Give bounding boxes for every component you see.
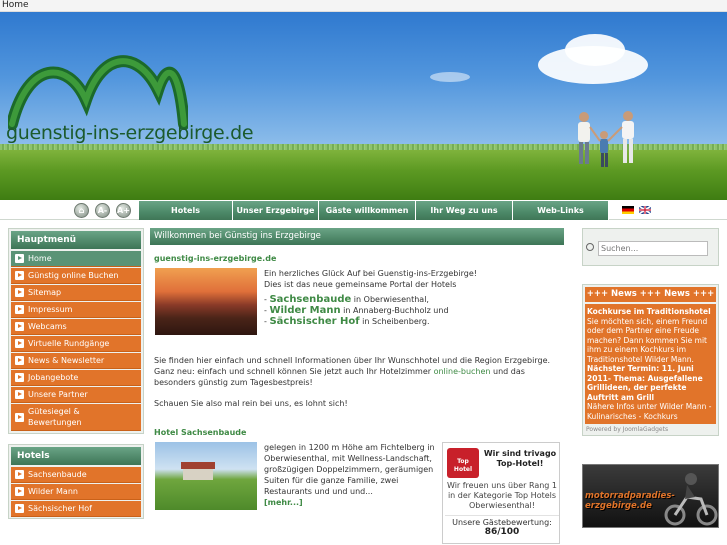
cloud	[430, 72, 470, 82]
moto-text-line-1: motorradparadies-	[585, 491, 675, 501]
breadcrumb: Home	[0, 0, 727, 12]
sidebar-item-news[interactable]: News & Newsletter	[11, 353, 141, 369]
trivago-title: Wir sind trivago Top-Hotel!	[483, 449, 557, 468]
bullet-arrow-icon	[15, 339, 24, 348]
info-paragraph-3: Schauen Sie also mal rein bei uns, es lo…	[154, 399, 348, 408]
bullet-arrow-icon	[15, 373, 24, 382]
trivago-widget[interactable]: Top Hotel Wir sind trivago Top-Hotel! Wi…	[442, 442, 560, 544]
bullet-arrow-icon	[15, 412, 24, 422]
navigation-bar: ⌂ A- A+ Hotels Unser Erzgebirge Gäste wi…	[0, 200, 727, 220]
cloud	[565, 34, 625, 66]
moto-text-line-2: erzgebirge.de	[585, 501, 652, 511]
bullet-arrow-icon	[15, 504, 24, 513]
logo-hills-icon[interactable]	[8, 40, 188, 130]
hotel-list-item: - Sächsischer Hof in Scheibenberg.	[264, 316, 430, 327]
german-flag-icon[interactable]	[622, 206, 634, 214]
search-input[interactable]	[598, 241, 708, 256]
trivago-text: Wir freuen uns über Rang 1 in der Katego…	[446, 481, 558, 510]
header-banner: guenstig-ins-erzgebirge.de	[0, 12, 727, 200]
news-headline: Kochkurse im Traditionshotel	[587, 307, 711, 316]
hotel-link-wilder-mann[interactable]: Wilder Mann	[269, 305, 340, 316]
increase-font-icon[interactable]: A+	[116, 203, 131, 218]
bullet-arrow-icon	[15, 322, 24, 331]
sidebar-item-wilder-mann[interactable]: Wilder Mann	[11, 484, 141, 500]
menu-item-web-links[interactable]: Web-Links	[513, 201, 609, 220]
news-title: +++ News +++ News +++	[585, 287, 716, 302]
home-icon[interactable]: ⌂	[74, 203, 89, 218]
sidebar-item-jobangebote[interactable]: Jobangebote	[11, 370, 141, 386]
more-link[interactable]: [mehr...]	[264, 498, 303, 507]
main-menu-box: Hauptmenü Home Günstig online Buchen Sit…	[8, 228, 144, 434]
bullet-arrow-icon	[15, 288, 24, 297]
site-heading: guenstig-ins-erzgebirge.de	[154, 254, 277, 263]
menu-item-unser-erzgebirge[interactable]: Unser Erzgebirge	[233, 201, 319, 220]
page-title: Willkommen bei Günstig ins Erzgebirge	[150, 228, 564, 245]
main-menu-title: Hauptmenü	[11, 231, 141, 249]
hotel-sachsenbaude-image	[155, 442, 257, 510]
rating-value: 86/100	[484, 527, 520, 537]
sidebar-item-sachsenbaude[interactable]: Sachsenbaude	[11, 467, 141, 483]
news-body: Kochkurse im Traditionshotel Sie möchten…	[585, 304, 716, 424]
news-more-info[interactable]: Nähere Infos unter Wilder Mann - Kulinar…	[587, 402, 714, 421]
bullet-arrow-icon	[15, 470, 24, 479]
menu-item-hotels[interactable]: Hotels	[139, 201, 233, 220]
motorradparadies-banner[interactable]: motorradparadies- erzgebirge.de	[582, 464, 719, 528]
info-paragraph-1: Sie finden hier einfach und schnell Info…	[154, 356, 551, 365]
hotels-menu-title: Hotels	[11, 447, 141, 465]
hotels-menu-box: Hotels Sachsenbaude Wilder Mann Sächsisc…	[8, 444, 144, 519]
family-photo	[578, 111, 634, 167]
news-termin: Nächster Termin: 11. Juni 2011- Thema: A…	[587, 364, 703, 402]
menu-item-ihr-weg-zu-uns[interactable]: Ihr Weg zu uns	[416, 201, 513, 220]
hotel-link-sachsenbaude[interactable]: Sachsenbaude	[269, 294, 351, 305]
sidebar-item-home[interactable]: Home	[11, 251, 141, 267]
sidebar-item-saechsischer-hof[interactable]: Sächsischer Hof	[11, 501, 141, 517]
main-content: Willkommen bei Günstig ins Erzgebirge gu…	[150, 228, 564, 544]
decrease-font-icon[interactable]: A-	[95, 203, 110, 218]
sidebar-item-guetesiegel[interactable]: Gütesiegel & Bewertungen	[11, 404, 141, 431]
main-menu: Hotels Unser Erzgebirge Gäste willkommen…	[139, 201, 609, 220]
rating-label: Unsere Gästebewertung:	[445, 515, 559, 527]
sidebar-item-online-buchen[interactable]: Günstig online Buchen	[11, 268, 141, 284]
hotel-link-saechsischer-hof[interactable]: Sächsischer Hof	[269, 316, 359, 327]
bullet-arrow-icon	[15, 390, 24, 399]
trivago-badge-icon: Top Hotel	[447, 448, 479, 478]
intro-line-2: Dies ist das neue gemeinsame Portal der …	[264, 280, 457, 289]
intro-text: Ein herzliches Glück Auf bei Guenstig-in…	[264, 268, 564, 327]
sidebar-item-partner[interactable]: Unsere Partner	[11, 387, 141, 403]
sidebar-item-virtuelle-rundgaenge[interactable]: Virtuelle Rundgänge	[11, 336, 141, 352]
english-flag-icon[interactable]	[639, 206, 651, 214]
powered-by[interactable]: Powered by JoomlaGadgets	[585, 424, 716, 433]
sidebar-item-sitemap[interactable]: Sitemap	[11, 285, 141, 301]
left-sidebar: Hauptmenü Home Günstig online Buchen Sit…	[8, 228, 144, 529]
bullet-arrow-icon	[15, 254, 24, 263]
info-paragraph-2: Ganz neu: einfach und schnell können Sie…	[154, 367, 525, 387]
hotel-list-item: - Wilder Mann in Annaberg-Buchholz und	[264, 305, 449, 316]
hotel-list: - Sachsenbaude in Oberwiesenthal, - Wild…	[264, 294, 564, 327]
search-box	[582, 228, 719, 266]
sidebar-item-webcams[interactable]: Webcams	[11, 319, 141, 335]
news-text: Sie möchten sich, einem Freund oder dem …	[587, 316, 708, 364]
menu-item-gaeste-willkommen[interactable]: Gäste willkommen	[319, 201, 416, 220]
bullet-arrow-icon	[15, 305, 24, 314]
info-text: Sie finden hier einfach und schnell Info…	[154, 355, 559, 409]
search-icon	[586, 243, 594, 251]
logo-text[interactable]: guenstig-ins-erzgebirge.de	[6, 122, 254, 144]
bullet-arrow-icon	[15, 271, 24, 280]
right-sidebar: +++ News +++ News +++ Kochkurse im Tradi…	[582, 228, 719, 528]
online-buchen-link[interactable]: online-buchen	[434, 367, 491, 376]
mountain-sunset-image	[155, 268, 257, 335]
hotel-list-item: - Sachsenbaude in Oberwiesenthal,	[264, 294, 429, 305]
hotel-description: gelegen in 1200 m Höhe am Fichtelberg in…	[264, 443, 435, 507]
sidebar-item-impressum[interactable]: Impressum	[11, 302, 141, 318]
intro-line-1: Ein herzliches Glück Auf bei Guenstig-in…	[264, 269, 477, 278]
news-box: +++ News +++ News +++ Kochkurse im Tradi…	[582, 284, 719, 436]
bullet-arrow-icon	[15, 487, 24, 496]
bullet-arrow-icon	[15, 356, 24, 365]
hotel-section-title[interactable]: Hotel Sachsenbaude	[154, 428, 246, 437]
